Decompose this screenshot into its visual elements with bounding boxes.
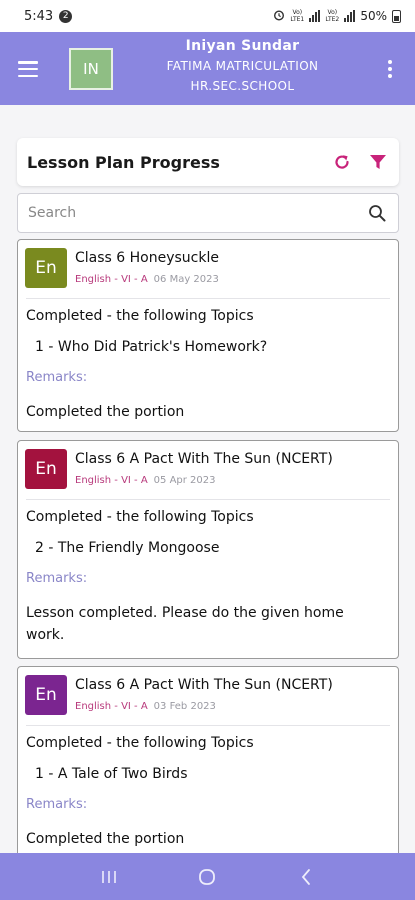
page-title: Lesson Plan Progress xyxy=(27,152,220,172)
card-divider xyxy=(26,725,390,726)
school-name-line2: HR.SEC.SCHOOL xyxy=(190,79,295,93)
subject-avatar: En xyxy=(25,675,67,715)
lesson-card[interactable]: En Class 6 A Pact With The Sun (NCERT) E… xyxy=(17,666,399,853)
status-icons: Vo) LTE1 Vo) LTE2 50% xyxy=(273,9,401,24)
back-icon[interactable] xyxy=(291,862,321,892)
lesson-card-header: En Class 6 Honeysuckle English - VI - A 0… xyxy=(18,240,398,298)
card-divider xyxy=(26,499,390,500)
user-avatar[interactable]: IN xyxy=(69,48,113,90)
hamburger-menu-icon[interactable] xyxy=(18,61,38,77)
lesson-title: Class 6 A Pact With The Sun (NCERT) xyxy=(75,677,333,693)
school-name-line1: FATIMA MATRICULATION xyxy=(166,59,319,73)
home-icon[interactable] xyxy=(192,862,222,892)
lesson-card-body: Completed - the following Topics 1 - Who… xyxy=(18,308,398,423)
battery-percent: 50% xyxy=(360,9,387,23)
lesson-meta: English - VI - A 05 Apr 2023 xyxy=(75,475,216,486)
page-title-card: Lesson Plan Progress xyxy=(17,138,399,186)
signal-2-icon xyxy=(344,10,356,22)
lesson-card[interactable]: En Class 6 Honeysuckle English - VI - A 0… xyxy=(17,239,399,432)
subject-avatar: En xyxy=(25,449,67,489)
completed-label: Completed - the following Topics xyxy=(26,308,254,324)
network-1-label: Vo) LTE1 xyxy=(290,9,305,23)
lesson-title: Class 6 A Pact With The Sun (NCERT) xyxy=(75,451,333,467)
main-content: Lesson Plan Progress En Class 6 Honeysuc… xyxy=(0,105,415,853)
card-divider xyxy=(26,298,390,299)
network-2-label: Vo) LTE2 xyxy=(325,9,340,23)
battery-icon xyxy=(392,9,401,23)
recent-apps-icon[interactable] xyxy=(94,862,124,892)
remarks-label: Remarks: xyxy=(26,571,88,586)
app-header: IN Iniyan Sundar FATIMA MATRICULATION HR… xyxy=(0,32,415,105)
user-info: Iniyan Sundar FATIMA MATRICULATION HR.SE… xyxy=(130,36,355,96)
system-nav-bar xyxy=(0,853,415,900)
search-input[interactable] xyxy=(28,205,366,221)
topic-item: 2 - The Friendly Mongoose xyxy=(35,540,220,556)
filter-icon[interactable] xyxy=(367,151,389,173)
search-bar xyxy=(17,193,399,233)
lesson-meta: English - VI - A 06 May 2023 xyxy=(75,274,219,285)
lesson-subject: English - VI - A xyxy=(75,274,148,285)
remarks-label: Remarks: xyxy=(26,370,88,385)
remarks-text: Completed the portion xyxy=(26,404,185,420)
notification-count-badge: 2 xyxy=(59,9,73,23)
remarks-text: Lesson completed. Please do the given ho… xyxy=(26,605,344,643)
topic-item: 1 - A Tale of Two Birds xyxy=(35,766,188,782)
lesson-subject: English - VI - A xyxy=(75,475,148,486)
lesson-meta: English - VI - A 03 Feb 2023 xyxy=(75,701,216,712)
lesson-card-header: En Class 6 A Pact With The Sun (NCERT) E… xyxy=(18,441,398,499)
title-actions xyxy=(331,151,389,173)
lesson-subject: English - VI - A xyxy=(75,701,148,712)
vertical-dots-icon[interactable] xyxy=(387,60,393,78)
alarm-icon xyxy=(273,9,285,24)
lesson-date: 03 Feb 2023 xyxy=(153,701,216,712)
lesson-card-body: Completed - the following Topics 2 - The… xyxy=(18,509,398,646)
subject-avatar: En xyxy=(25,248,67,288)
topic-item: 1 - Who Did Patrick's Homework? xyxy=(35,339,268,355)
lesson-title: Class 6 Honeysuckle xyxy=(75,250,219,266)
status-time: 5:43 xyxy=(24,8,54,24)
lesson-card-body: Completed - the following Topics 1 - A T… xyxy=(18,735,398,850)
user-name: Iniyan Sundar xyxy=(185,38,300,54)
lesson-date: 06 May 2023 xyxy=(153,274,219,285)
remarks-label: Remarks: xyxy=(26,797,88,812)
search-icon[interactable] xyxy=(366,202,388,224)
remarks-text: Completed the portion xyxy=(26,831,185,847)
lesson-date: 05 Apr 2023 xyxy=(153,475,216,486)
completed-label: Completed - the following Topics xyxy=(26,735,254,751)
lesson-card[interactable]: En Class 6 A Pact With The Sun (NCERT) E… xyxy=(17,440,399,659)
refresh-icon[interactable] xyxy=(331,151,353,173)
status-bar: 5:43 2 Vo) LTE1 Vo) LTE2 50% xyxy=(0,0,415,32)
lesson-card-header: En Class 6 A Pact With The Sun (NCERT) E… xyxy=(18,667,398,725)
completed-label: Completed - the following Topics xyxy=(26,509,254,525)
signal-1-icon xyxy=(309,10,321,22)
